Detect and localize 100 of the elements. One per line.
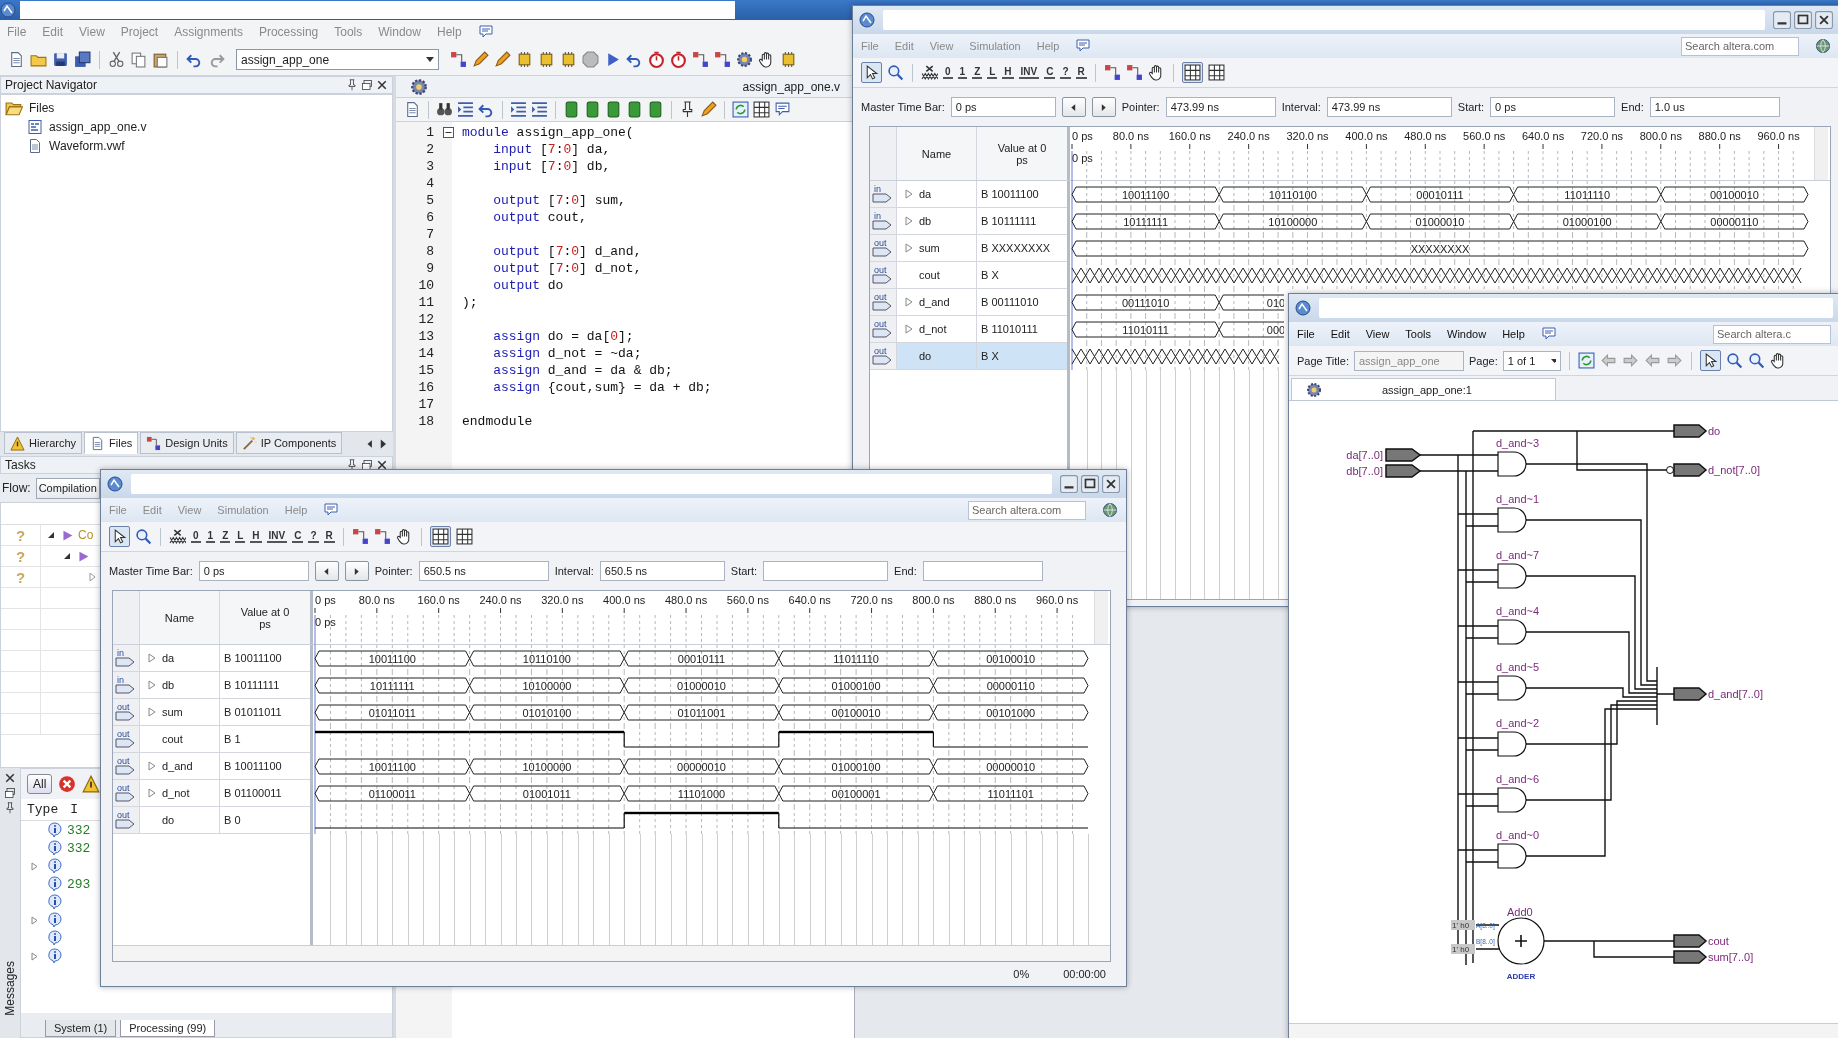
netlist-icon[interactable] [373, 528, 391, 545]
signal-row[interactable]: out do B 0 [113, 807, 310, 834]
save-all-icon[interactable] [74, 51, 91, 68]
feedback-icon[interactable] [323, 502, 340, 518]
zoom-in-icon[interactable] [1725, 352, 1743, 369]
gear-icon[interactable] [736, 51, 753, 68]
signal-row[interactable]: out d_not B 01100011 [113, 780, 310, 807]
value-tool-button[interactable]: H [250, 530, 262, 543]
close-button[interactable] [1815, 11, 1833, 29]
panel-tab[interactable]: IP Components [235, 432, 343, 454]
block-icon[interactable] [584, 101, 601, 118]
signal-row[interactable]: out d_and B 10011100 [113, 753, 310, 780]
signal-row[interactable]: out d_not B 11010111 [870, 316, 1067, 343]
menu-item[interactable]: View [1365, 328, 1390, 340]
find-icon[interactable] [436, 101, 453, 118]
zoom-icon[interactable] [135, 528, 152, 545]
start-field[interactable]: 0 ps [1490, 97, 1616, 117]
page-dropdown[interactable]: 1 of 1 [1502, 350, 1561, 371]
menu-item[interactable]: Window [1447, 328, 1487, 340]
panel-tab[interactable]: Design Units [140, 432, 234, 454]
pencil-icon[interactable] [494, 51, 511, 68]
grid-icon[interactable] [1183, 64, 1201, 81]
search-field[interactable]: Search altera.com [968, 500, 1086, 520]
feedback-icon[interactable] [477, 24, 494, 40]
block-icon[interactable] [563, 101, 580, 118]
float-icon[interactable] [4, 787, 16, 799]
signal-row[interactable]: in db B 10111111 [870, 208, 1067, 235]
master-time-bar-field[interactable]: 0 ps [198, 561, 309, 581]
scissors-icon[interactable] [108, 51, 125, 68]
signal-row[interactable]: out cout B 1 [113, 726, 310, 753]
value-tool-button[interactable]: ? [1060, 66, 1071, 79]
caret-icon[interactable] [426, 57, 434, 62]
close-icon[interactable] [376, 79, 388, 91]
netlist-icon[interactable] [1125, 64, 1143, 81]
chip-icon[interactable] [780, 51, 797, 68]
stopwatch-icon[interactable] [648, 51, 665, 68]
netlist-icon[interactable] [351, 528, 369, 545]
stopwatch-icon[interactable] [670, 51, 687, 68]
signal-row[interactable]: out sum B 01011011 [113, 699, 310, 726]
block-icon[interactable] [605, 101, 622, 118]
signal-row[interactable]: in da B 10011100 [113, 645, 310, 672]
tree-item[interactable]: Files [29, 100, 55, 115]
vertical-scrollbar[interactable] [1094, 591, 1108, 644]
pin-icon[interactable] [4, 802, 16, 814]
signal-row[interactable]: out cout B X [870, 262, 1067, 289]
grid-icon[interactable] [431, 528, 449, 545]
pin-icon[interactable] [346, 459, 358, 471]
netlist-icon[interactable] [1103, 64, 1121, 81]
globe-icon[interactable] [1102, 502, 1118, 518]
back-icon[interactable] [1599, 352, 1617, 369]
float-icon[interactable] [361, 79, 373, 91]
menu-item[interactable]: Help [1502, 328, 1525, 340]
message-tab[interactable]: Processing (99) [120, 1020, 216, 1037]
feedback-icon[interactable] [1540, 326, 1557, 342]
interval-field[interactable]: 650.5 ns [599, 561, 725, 581]
pointer-field[interactable]: 650.5 ns [418, 561, 549, 581]
block-icon[interactable] [647, 101, 664, 118]
outdent-icon[interactable] [531, 101, 548, 118]
vertical-scrollbar[interactable] [1814, 127, 1828, 180]
interval-field[interactable]: 473.99 ns [1326, 97, 1452, 117]
chip-icon[interactable] [538, 51, 555, 68]
netlist-icon[interactable] [714, 51, 731, 68]
value-tool-button[interactable]: 1 [205, 530, 216, 543]
value-tool-button[interactable]: Z [972, 66, 983, 79]
globe-icon[interactable] [1815, 38, 1831, 54]
expand-arrow-icon[interactable] [47, 531, 55, 539]
panel-tab[interactable]: Hierarchy [4, 432, 83, 454]
warning-filter-icon[interactable] [82, 775, 101, 793]
menu-item[interactable]: Edit [1330, 328, 1350, 340]
chip-icon[interactable] [560, 51, 577, 68]
message-tab[interactable]: System (1) [45, 1020, 117, 1037]
block-icon[interactable] [626, 101, 643, 118]
forward-icon[interactable] [1665, 352, 1683, 369]
signal-row[interactable]: in db B 10111111 [113, 672, 310, 699]
master-time-bar-field[interactable]: 0 ps [950, 97, 1056, 117]
close-icon[interactable] [4, 772, 16, 784]
signal-row[interactable]: out sum B XXXXXXXX [870, 235, 1067, 262]
netlist-icon[interactable] [450, 51, 467, 68]
maximize-button[interactable] [1794, 11, 1812, 29]
value-tool-button[interactable]: L [987, 66, 998, 79]
zoom-icon[interactable] [1747, 352, 1765, 369]
feedback-icon[interactable] [1075, 38, 1092, 54]
value-tool-button[interactable]: Z [220, 530, 231, 543]
previous-button[interactable] [1061, 97, 1086, 117]
new-file-icon[interactable] [8, 51, 25, 68]
signal-row[interactable]: in da B 10011100 [870, 181, 1067, 208]
unknown-value-icon[interactable] [921, 64, 938, 81]
close-icon[interactable] [376, 459, 388, 471]
project-dropdown[interactable]: assign_app_one [236, 49, 439, 70]
end-field[interactable]: 1.0 us [1649, 97, 1780, 117]
start-field[interactable] [763, 561, 889, 581]
horizontal-scrollbar[interactable] [1289, 1023, 1838, 1038]
minimize-button[interactable] [1060, 475, 1078, 493]
collapse-icon[interactable] [442, 127, 454, 138]
minimize-button[interactable] [1773, 11, 1791, 29]
save-icon[interactable] [52, 51, 69, 68]
scroll-left-icon[interactable] [365, 439, 375, 449]
maximize-button[interactable] [1081, 475, 1099, 493]
signal-row[interactable]: out do B X [870, 343, 1067, 370]
tree-item[interactable]: Waveform.vwf [49, 138, 125, 153]
